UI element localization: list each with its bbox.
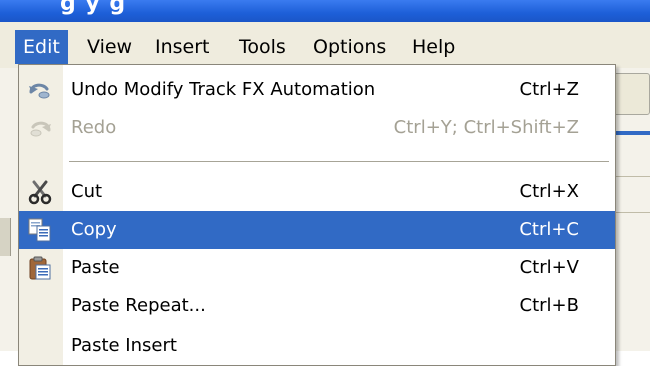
divider xyxy=(612,212,650,213)
menu-insert[interactable]: Insert xyxy=(147,30,218,64)
menu-item-shortcut: Ctrl+X xyxy=(519,181,579,202)
redo-icon xyxy=(27,115,53,141)
menu-item-shortcut: Ctrl+V xyxy=(519,257,579,278)
menu-bar: Edit View Insert Tools Options Help xyxy=(0,22,650,68)
left-panel-edge xyxy=(0,218,11,256)
scissors-icon xyxy=(27,179,53,205)
menu-item-copy[interactable]: Copy Ctrl+C xyxy=(19,211,615,249)
menu-item-paste-repeat[interactable]: Paste Repeat... Ctrl+B xyxy=(19,287,615,325)
menu-item-label: Paste Repeat... xyxy=(71,295,206,316)
edit-menu-dropdown: Undo Modify Track FX Automation Ctrl+Z R… xyxy=(18,64,616,366)
copy-icon xyxy=(27,217,53,243)
menu-item-paste[interactable]: Paste Ctrl+V xyxy=(19,249,615,287)
menu-item-label: Paste xyxy=(71,257,120,278)
undo-icon xyxy=(27,77,53,103)
title-bar: g y g xyxy=(0,0,650,22)
menu-item-paste-insert[interactable]: Paste Insert xyxy=(19,327,615,365)
window-title: g y g xyxy=(60,0,127,16)
menu-item-shortcut: Ctrl+C xyxy=(519,219,579,240)
menu-separator xyxy=(69,161,609,162)
menu-item-shortcut: Ctrl+B xyxy=(519,295,579,316)
menu-item-label: Copy xyxy=(71,219,117,240)
menu-item-label: Undo Modify Track FX Automation xyxy=(71,79,376,100)
divider xyxy=(612,176,650,177)
menu-item-shortcut: Ctrl+Z xyxy=(519,79,579,100)
menu-item-undo[interactable]: Undo Modify Track FX Automation Ctrl+Z xyxy=(19,71,615,109)
track-selection-bar xyxy=(612,131,650,135)
menu-edit[interactable]: Edit xyxy=(15,30,68,64)
clipboard-icon xyxy=(27,255,53,281)
menu-item-label: Cut xyxy=(71,181,103,202)
menu-item-shortcut: Ctrl+Y; Ctrl+Shift+Z xyxy=(393,117,579,138)
menu-item-redo[interactable]: Redo Ctrl+Y; Ctrl+Shift+Z xyxy=(19,109,615,147)
menu-help[interactable]: Help xyxy=(404,30,463,64)
menu-item-cut[interactable]: Cut Ctrl+X xyxy=(19,173,615,211)
menu-options[interactable]: Options xyxy=(305,30,394,64)
menu-view[interactable]: View xyxy=(79,30,140,64)
menu-tools[interactable]: Tools xyxy=(231,30,294,64)
menu-item-label: Paste Insert xyxy=(71,335,177,356)
menu-item-label: Redo xyxy=(71,117,117,138)
